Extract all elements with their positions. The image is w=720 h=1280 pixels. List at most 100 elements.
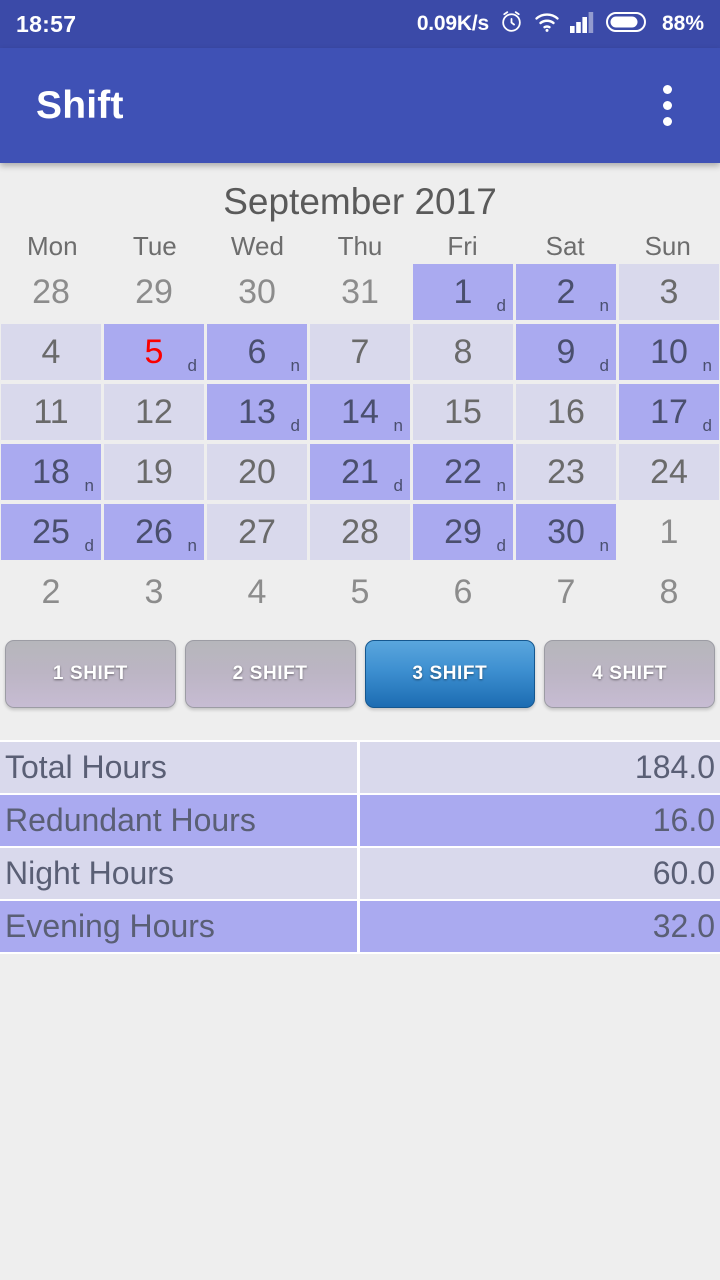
calendar-day-number: 3: [659, 273, 679, 311]
calendar-day-number: 29: [444, 513, 482, 551]
alarm-icon: [499, 9, 524, 39]
calendar-day-number: 11: [33, 393, 69, 431]
calendar-day-number: 30: [238, 273, 276, 311]
shift-marker: n: [599, 536, 609, 555]
shift-marker: d: [702, 416, 712, 435]
calendar-day-number: 2: [41, 573, 61, 611]
hours-row-value: 184.0: [634, 749, 715, 785]
calendar-day-cell: 1: [619, 504, 719, 560]
calendar-day-number: 27: [238, 513, 276, 551]
shift-marker: d: [84, 536, 94, 555]
app-title: Shift: [36, 83, 124, 127]
calendar-day-cell[interactable]: 3: [619, 264, 719, 320]
calendar-day-number: 5: [144, 333, 164, 371]
calendar-day-number: 28: [341, 513, 379, 551]
signal-icon: [569, 11, 596, 38]
calendar-day-number: 10: [650, 333, 688, 371]
shift-marker: d: [496, 536, 506, 555]
calendar-day-number: 26: [135, 513, 173, 551]
calendar-day-cell[interactable]: 28: [310, 504, 410, 560]
hours-row: Redundant Hours 16.0: [0, 795, 720, 848]
calendar-day-cell[interactable]: 6n: [207, 324, 307, 380]
calendar-day-number: 5: [350, 573, 370, 611]
calendar-day-number: 6: [453, 573, 473, 611]
calendar-day-number: 30: [547, 513, 585, 551]
calendar-day-cell[interactable]: 13 d: [207, 384, 307, 440]
calendar-day-cell[interactable]: 14 n: [310, 384, 410, 440]
calendar-day-number: 8: [659, 573, 679, 611]
shift-button-4[interactable]: 4 SHIFT: [544, 640, 715, 708]
calendar-day-cell[interactable]: 4: [1, 324, 101, 380]
calendar-day-cell[interactable]: 7: [310, 324, 410, 380]
main-content: September 2017 Mon Tue Wed Thu Fri Sat Sun 28 2…: [0, 163, 720, 954]
hours-row: Total Hours 184.0: [0, 742, 720, 795]
calendar-day-number: 31: [341, 273, 379, 311]
hours-row-value: 60.0: [652, 855, 715, 891]
calendar-day-cell[interactable]: 15: [413, 384, 513, 440]
calendar-day-number: 28: [32, 273, 70, 311]
calendar-day-cell[interactable]: 5d: [104, 324, 204, 380]
hours-row: Evening Hours 32.0: [0, 901, 720, 954]
hours-row-value: 16.0: [652, 802, 715, 838]
calendar-day-cell[interactable]: 9d: [516, 324, 616, 380]
calendar-day-cell[interactable]: 23: [516, 444, 616, 500]
calendar-day-number: 1: [453, 273, 473, 311]
calendar-day-number: 13: [238, 393, 276, 431]
calendar-day-cell[interactable]: 18 n: [1, 444, 101, 500]
weekday-label-mon: Mon: [26, 231, 78, 261]
calendar-day-cell[interactable]: 22 n: [413, 444, 513, 500]
calendar-day-cell: 31: [310, 264, 410, 320]
hours-row-label: Night Hours: [0, 848, 360, 899]
calendar-day-number: 17: [650, 393, 688, 431]
weekday-label-tue: Tue: [132, 231, 177, 261]
calendar-day-cell[interactable]: 20: [207, 444, 307, 500]
calendar-day-number: 4: [41, 333, 61, 371]
calendar-day-cell[interactable]: 19: [104, 444, 204, 500]
overflow-menu-button[interactable]: [644, 71, 690, 141]
calendar-day-cell[interactable]: 12: [104, 384, 204, 440]
shift-marker: n: [290, 356, 300, 375]
calendar-day-number: 15: [444, 393, 482, 431]
calendar-day-cell: 5: [310, 564, 410, 620]
calendar-day-cell: 8: [619, 564, 719, 620]
calendar-day-cell[interactable]: 2n: [516, 264, 616, 320]
calendar-day-cell[interactable]: 8: [413, 324, 513, 380]
calendar-day-number: 7: [556, 573, 576, 611]
hours-row-label: Redundant Hours: [0, 795, 360, 846]
shift-marker: d: [599, 356, 609, 375]
calendar-day-number: 1: [659, 513, 679, 551]
calendar-day-number: 29: [135, 273, 173, 311]
shift-pattern-buttons[interactable]: 1 SHIFT 2 SHIFT 3 SHIFT 4 SHIFT: [0, 620, 720, 718]
calendar-day-cell[interactable]: 21 d: [310, 444, 410, 500]
calendar-grid[interactable]: 28 29 30 31 1 d 2 n 3 4 5 d 6 n 7 8 9 d 10 n 11 12 13 d 14 n 15 16 1…: [0, 264, 720, 620]
hours-row: Night Hours 60.0: [0, 848, 720, 901]
calendar-day-number: 25: [32, 513, 70, 551]
calendar-day-cell[interactable]: 26 n: [104, 504, 204, 560]
calendar-day-cell: 2: [1, 564, 101, 620]
calendar-day-cell: 7: [516, 564, 616, 620]
calendar-day-cell[interactable]: 10 n: [619, 324, 719, 380]
weekday-label-fri: Fri: [447, 231, 478, 261]
weekday-label-sun: Sun: [644, 231, 691, 261]
weekday-header-row: Mon Tue Wed Thu Fri Sat Sun: [0, 231, 720, 264]
calendar-day-cell[interactable]: 30 n: [516, 504, 616, 560]
calendar-day-number: 12: [135, 393, 173, 431]
calendar-day-cell[interactable]: 25 d: [1, 504, 101, 560]
shift-button-2[interactable]: 2 SHIFT: [184, 640, 356, 708]
calendar-day-cell[interactable]: 1d: [413, 264, 513, 320]
calendar-day-number: 20: [238, 453, 276, 491]
calendar-day-cell[interactable]: 17 d: [619, 384, 719, 440]
shift-button-3[interactable]: 3 SHIFT: [364, 640, 536, 708]
calendar-day-cell[interactable]: 24: [619, 444, 719, 500]
calendar-day-cell[interactable]: 27: [207, 504, 307, 560]
shift-marker: n: [599, 296, 609, 315]
calendar-day-number: 16: [547, 393, 585, 431]
calendar-day-cell[interactable]: 29 d: [413, 504, 513, 560]
calendar-day-number: 24: [650, 453, 688, 491]
hours-row-label: Evening Hours: [0, 901, 360, 952]
hours-row-value: 32.0: [652, 908, 715, 944]
shift-button-1[interactable]: 1 SHIFT: [5, 640, 176, 708]
shift-marker: d: [496, 296, 506, 315]
calendar-day-cell[interactable]: 11: [1, 384, 101, 440]
calendar-day-cell[interactable]: 16: [516, 384, 616, 440]
